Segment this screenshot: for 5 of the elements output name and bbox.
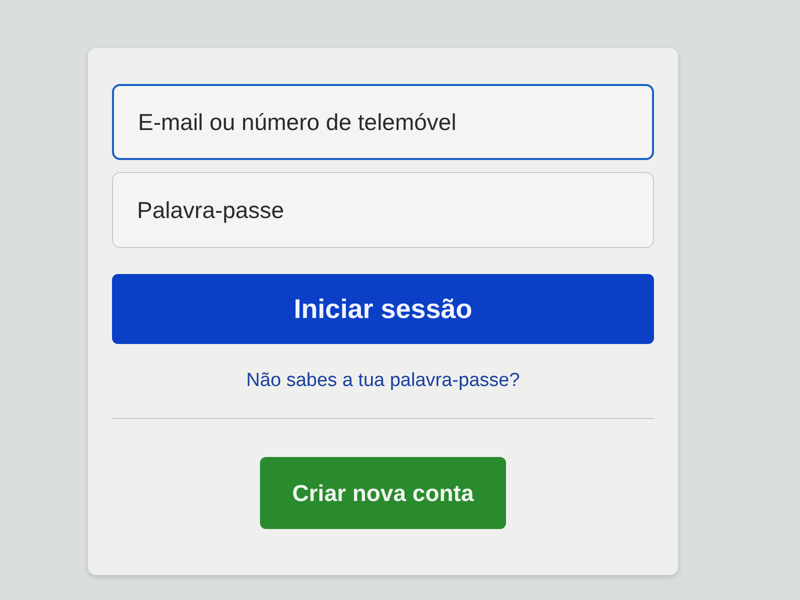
login-button[interactable]: Iniciar sessão: [112, 274, 654, 344]
email-field[interactable]: E-mail ou número de telemóvel: [112, 84, 654, 160]
create-account-button[interactable]: Criar nova conta: [260, 457, 506, 529]
password-field[interactable]: Palavra-passe: [112, 172, 654, 248]
forgot-password-link[interactable]: Não sabes a tua palavra-passe?: [246, 370, 520, 392]
